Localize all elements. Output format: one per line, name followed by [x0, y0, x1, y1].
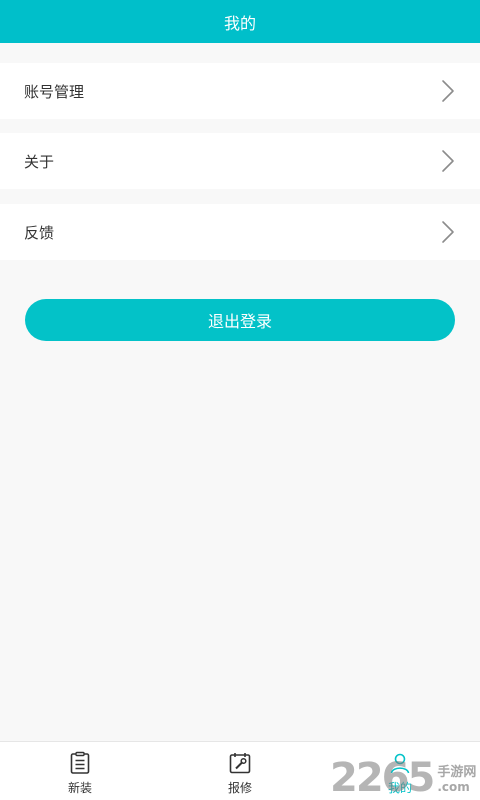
repair-calendar-icon: [229, 753, 251, 774]
tab-new-install[interactable]: 新装: [0, 742, 160, 800]
tab-label: 新装: [67, 781, 92, 795]
menu-item-label: 关于: [24, 152, 55, 171]
chevron-right-icon: [442, 150, 454, 172]
chevron-right-icon: [442, 80, 454, 102]
chevron-right-icon: [442, 221, 454, 243]
logout-button[interactable]: 退出登录: [25, 299, 455, 341]
menu-item-account[interactable]: 账号管理: [0, 63, 480, 119]
tab-label: 报修: [227, 781, 252, 795]
tab-label: 我的: [387, 781, 412, 795]
tab-repair[interactable]: 报修: [160, 742, 320, 800]
menu-item-about[interactable]: 关于: [0, 133, 480, 189]
app-header: 我的: [0, 0, 480, 43]
page-title: 我的: [223, 13, 256, 33]
clipboard-icon: [70, 751, 90, 774]
menu-item-label: 反馈: [24, 223, 55, 242]
bottom-tab-bar: 新装 报修 我的: [0, 741, 480, 800]
tab-mine[interactable]: 我的: [320, 742, 480, 800]
user-icon: [390, 753, 410, 774]
menu-item-label: 账号管理: [24, 82, 85, 101]
menu-item-feedback[interactable]: 反馈: [0, 204, 480, 260]
